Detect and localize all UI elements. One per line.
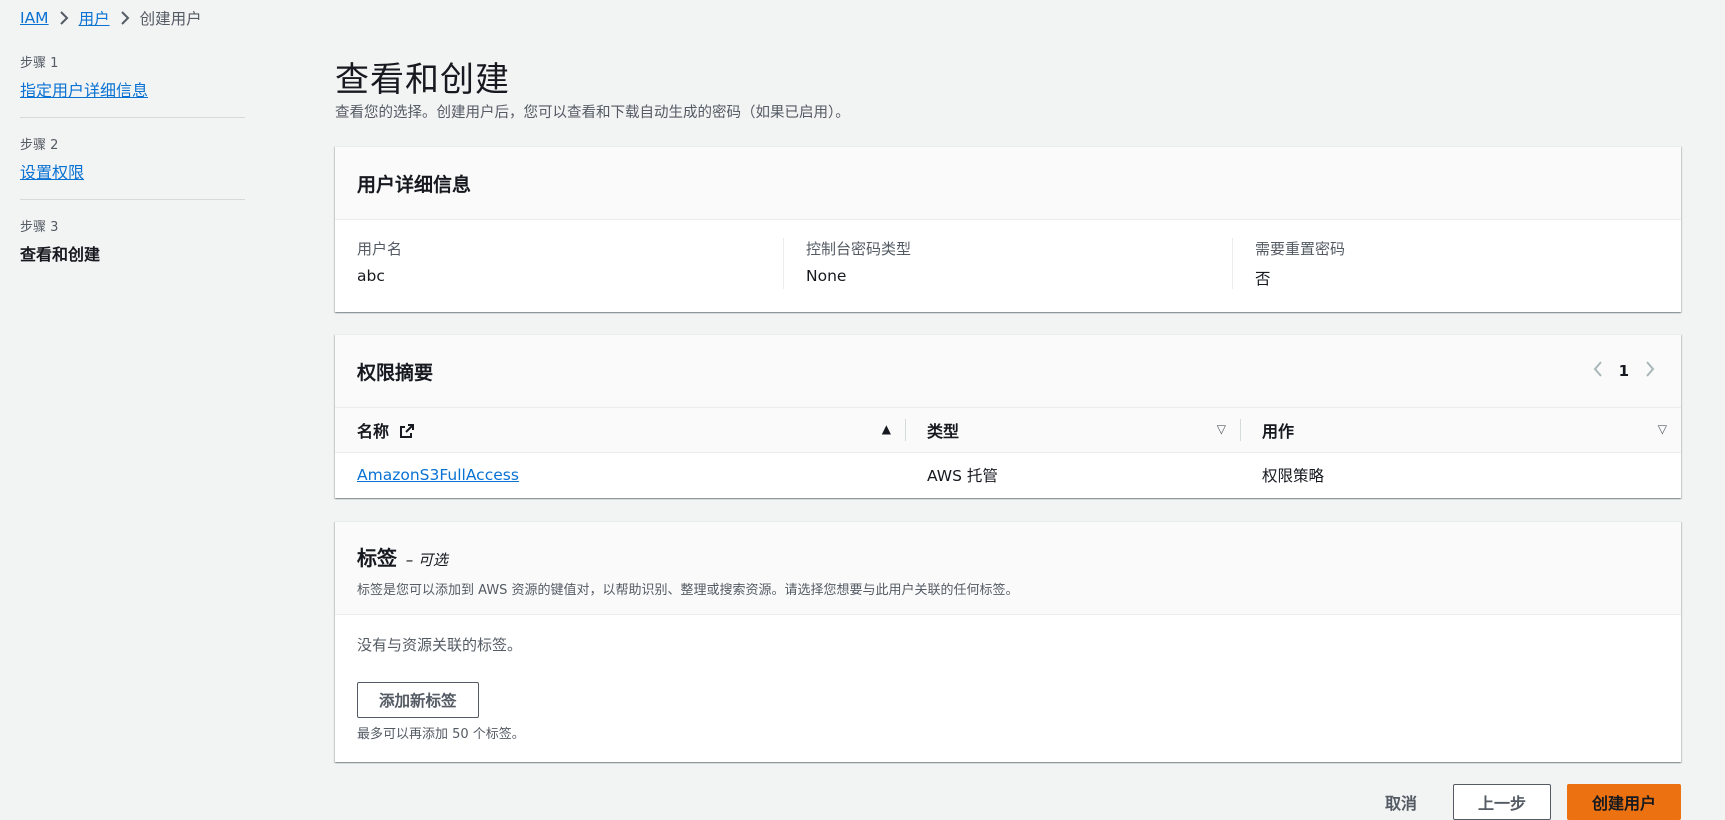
column-header-used-as[interactable]: 用作 ▽ xyxy=(1240,407,1681,453)
page-number[interactable]: 1 xyxy=(1619,362,1629,380)
tags-panel: 标签 – 可选 标签是您可以添加到 AWS 资源的键值对，以帮助识别、整理或搜索… xyxy=(335,521,1681,762)
field-value: 否 xyxy=(1255,270,1271,288)
permissions-summary-panel: 权限摘要 1 名称 ▲ 类型 ▽ 用作 ▽ AmazonS3FullAccess… xyxy=(335,334,1681,498)
tags-description: 标签是您可以添加到 AWS 资源的键值对，以帮助识别、整理或搜索资源。请选择您想… xyxy=(357,583,1019,598)
step-number: 步骤 1 xyxy=(20,56,59,71)
chevron-right-icon xyxy=(110,10,140,26)
user-details-grid: 用户名 abc 控制台密码类型 None 需要重置密码 否 xyxy=(335,220,1681,289)
username-field: 用户名 abc xyxy=(335,238,783,289)
step-number: 步骤 3 xyxy=(20,220,59,235)
field-value: abc xyxy=(357,267,385,285)
permissions-table: 名称 ▲ 类型 ▽ 用作 ▽ AmazonS3FullAccess AWS 托管… xyxy=(335,407,1681,497)
user-details-heading: 用户详细信息 xyxy=(357,173,472,196)
cancel-button[interactable]: 取消 xyxy=(1365,784,1437,820)
field-label: 控制台密码类型 xyxy=(806,240,912,258)
create-user-button[interactable]: 创建用户 xyxy=(1566,784,1681,820)
wizard-actions: 取消 上一步 创建用户 xyxy=(1365,784,1681,820)
policy-link[interactable]: AmazonS3FullAccess xyxy=(357,466,519,484)
page-description: 查看您的选择。创建用户后，您可以查看和下载自动生成的密码（如果已启用）。 xyxy=(335,105,850,121)
console-password-type-field: 控制台密码类型 None xyxy=(783,238,1232,289)
step-link-user-details[interactable]: 指定用户详细信息 xyxy=(20,81,148,100)
column-header-name[interactable]: 名称 ▲ xyxy=(335,407,905,453)
optional-label: – 可选 xyxy=(405,551,449,569)
password-reset-field: 需要重置密码 否 xyxy=(1232,238,1681,289)
chevron-left-icon[interactable] xyxy=(1593,359,1603,383)
permissions-heading: 权限摘要 xyxy=(357,361,434,384)
chevron-right-icon[interactable] xyxy=(1645,359,1655,383)
step-number: 步骤 2 xyxy=(20,138,59,153)
step-link-permissions[interactable]: 设置权限 xyxy=(20,163,84,182)
breadcrumb-users-link[interactable]: 用户 xyxy=(79,7,110,29)
table-header-row: 名称 ▲ 类型 ▽ 用作 ▽ xyxy=(335,407,1681,453)
field-label: 用户名 xyxy=(357,240,403,258)
column-label: 类型 xyxy=(927,422,960,441)
field-value: None xyxy=(806,267,847,285)
step-current-review: 查看和创建 xyxy=(20,245,101,264)
external-link-icon xyxy=(399,423,415,443)
tags-heading: 标签 xyxy=(357,546,397,570)
tags-header: 标签 – 可选 标签是您可以添加到 AWS 资源的键值对，以帮助识别、整理或搜索… xyxy=(335,522,1681,615)
user-details-header: 用户详细信息 xyxy=(335,147,1681,220)
breadcrumb-iam-link[interactable]: IAM xyxy=(20,9,49,27)
tags-limit-hint: 最多可以再添加 50 个标签。 xyxy=(357,727,525,742)
column-header-type[interactable]: 类型 ▽ xyxy=(905,407,1240,453)
sort-ascending-icon[interactable]: ▲ xyxy=(882,422,891,436)
pagination: 1 xyxy=(1593,359,1655,383)
field-label: 需要重置密码 xyxy=(1255,240,1346,258)
step-1: 步骤 1 指定用户详细信息 xyxy=(20,52,245,117)
previous-button[interactable]: 上一步 xyxy=(1452,784,1551,820)
sort-icon[interactable]: ▽ xyxy=(1217,422,1226,436)
breadcrumb: IAM 用户 创建用户 xyxy=(20,7,202,29)
no-tags-message: 没有与资源关联的标签。 xyxy=(357,636,523,654)
cell-policy-type: AWS 托管 xyxy=(927,467,998,485)
add-tag-button[interactable]: 添加新标签 xyxy=(357,682,479,718)
wizard-steps: 步骤 1 指定用户详细信息 步骤 2 设置权限 步骤 3 查看和创建 xyxy=(20,52,245,281)
cell-used-as: 权限策略 xyxy=(1262,467,1325,485)
sort-icon[interactable]: ▽ xyxy=(1658,422,1667,436)
column-label: 名称 xyxy=(357,421,390,441)
step-3: 步骤 3 查看和创建 xyxy=(20,199,245,281)
column-label: 用作 xyxy=(1262,422,1295,441)
table-row: AmazonS3FullAccess AWS 托管 权限策略 xyxy=(335,453,1681,498)
page-title: 查看和创建 xyxy=(335,60,510,100)
permissions-header: 权限摘要 1 xyxy=(335,335,1681,407)
chevron-right-icon xyxy=(49,10,79,26)
step-2: 步骤 2 设置权限 xyxy=(20,117,245,199)
user-details-panel: 用户详细信息 用户名 abc 控制台密码类型 None 需要重置密码 否 xyxy=(335,146,1681,312)
cell-policy-name: AmazonS3FullAccess xyxy=(335,453,905,498)
breadcrumb-current: 创建用户 xyxy=(139,10,202,28)
